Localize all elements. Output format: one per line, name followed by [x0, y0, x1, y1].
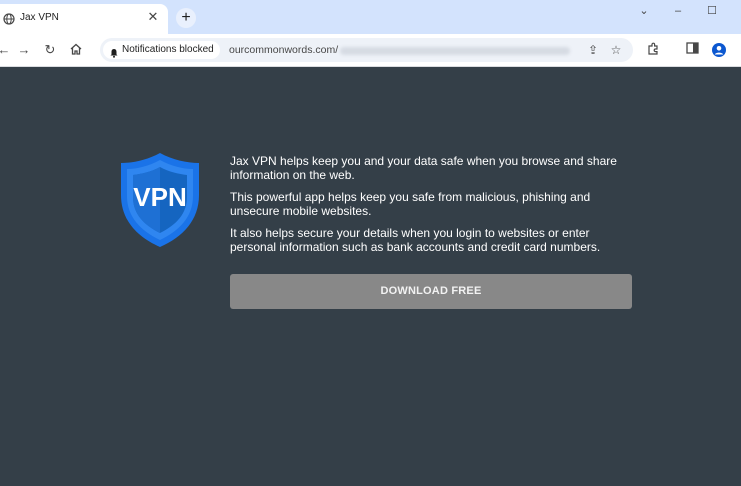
notifications-blocked-chip[interactable]: Notifications blocked	[103, 41, 220, 59]
download-free-button[interactable]: DOWNLOAD FREE	[230, 274, 632, 309]
extensions-icon[interactable]	[645, 42, 661, 58]
tab-title: Jax VPN	[20, 12, 59, 23]
star-icon[interactable]: ☆	[609, 43, 623, 57]
toolbar: ← → ↻ Notifications blocked ourcommonwor…	[0, 34, 741, 67]
reload-icon[interactable]: ↻	[42, 42, 58, 58]
home-icon[interactable]	[68, 42, 84, 58]
minimize-icon[interactable]: –	[668, 4, 688, 18]
url-blurred-path	[340, 47, 570, 55]
maximize-icon[interactable]: ☐	[702, 4, 722, 18]
url-text: ourcommonwords.com/	[229, 44, 339, 56]
paragraph-1: Jax VPN helps keep you and your data saf…	[230, 154, 617, 182]
profile-icon[interactable]	[711, 42, 727, 58]
chip-label: Notifications blocked	[122, 44, 214, 55]
vpn-shield-logo: VPN	[118, 151, 202, 254]
share-icon[interactable]: ⇪	[586, 43, 600, 57]
paragraph-2: This powerful app helps keep you safe fr…	[230, 190, 591, 218]
tab-jax-vpn[interactable]: Jax VPN ✕	[0, 4, 168, 34]
close-icon[interactable]: ✕	[146, 10, 160, 24]
forward-icon[interactable]: →	[16, 42, 32, 58]
description: Jax VPN helps keep you and your data saf…	[230, 154, 630, 262]
address-bar[interactable]: Notifications blocked ourcommonwords.com…	[100, 38, 633, 62]
logo-text: VPN	[133, 182, 186, 212]
bell-icon	[109, 45, 119, 63]
globe-icon	[3, 12, 15, 30]
back-icon[interactable]: ←	[0, 42, 12, 58]
plus-icon[interactable]: +	[176, 8, 196, 28]
tab-strip: Jax VPN ✕ + ⌄ – ☐	[0, 0, 741, 34]
chevron-down-icon[interactable]: ⌄	[634, 4, 654, 18]
side-panel-icon[interactable]	[684, 42, 700, 58]
paragraph-3: It also helps secure your details when y…	[230, 226, 601, 254]
